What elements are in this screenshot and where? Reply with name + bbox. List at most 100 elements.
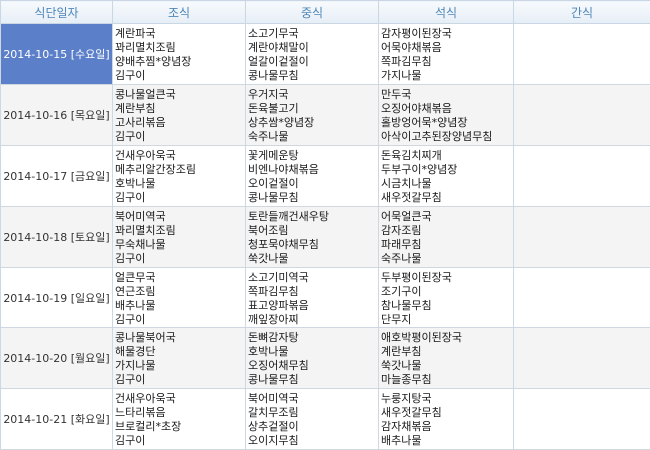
menu-item: 청포묵야채무침 xyxy=(248,238,319,251)
menu-item: 숙주나물 xyxy=(248,130,289,143)
meal-schedule-table: 식단일자 조식 중식 석식 간식 2014-10-15 [수요일] 계란파국 꽈리멸… xyxy=(0,0,650,450)
menu-item: 오징어야채볶음 xyxy=(381,102,452,115)
menu-item: 김구이 xyxy=(115,373,146,386)
lunch-cell: 북어미역국 갈치무조림 상추겉절이 오이지무침 xyxy=(245,388,379,450)
menu-item: 김구이 xyxy=(115,69,146,82)
table-row[interactable]: 2014-10-18 [토요일] 북어미역국 꽈리멸치조림 무숙채나물 김구이 토란들깨건… xyxy=(0,206,650,268)
menu-item: 꽈리멸치조림 xyxy=(115,224,176,237)
menu-item: 만두국 xyxy=(381,88,412,101)
menu-item: 시금치나물 xyxy=(381,177,432,190)
menu-item: 호박나물 xyxy=(115,177,156,190)
snack-cell xyxy=(513,327,650,389)
table-row[interactable]: 2014-10-16 [목요일] 콩나물얼큰국 계란부침 고사리볶음 김구이 우거지국 돈육… xyxy=(0,84,650,146)
dinner-menu-list: 누룽지탕국 새우젓갈무침 감자채볶음 배추나물 xyxy=(379,389,513,448)
lunch-menu-list: 소고기미역국 쪽파김무침 표고양파볶음 깨잎장아찌 xyxy=(246,268,378,327)
menu-item: 김구이 xyxy=(115,313,146,326)
lunch-menu-list: 돈뼈감자탕 호박나물 오징어채무침 콩나물무침 xyxy=(246,328,378,387)
breakfast-menu-list: 계란파국 꽈리멸치조림 양배추찜*양념장 김구이 xyxy=(113,24,245,83)
menu-item: 조기구이 xyxy=(381,285,422,298)
menu-item: 브로컬리*초장 xyxy=(115,420,182,433)
menu-item: 쪽파김무침 xyxy=(381,55,432,68)
menu-item: 콩나물북어국 xyxy=(115,331,176,344)
menu-item: 북어미역국 xyxy=(248,392,299,405)
dinner-cell: 두부평이된장국 조기구이 참나물무침 단무지 xyxy=(378,267,514,328)
date-cell[interactable]: 2014-10-21 [화요일] xyxy=(0,388,113,450)
table-row[interactable]: 2014-10-19 [일요일] 얼큰무국 연근조림 배추나물 김구이 소고기미역국 쪽파김… xyxy=(0,267,650,328)
menu-item: 쪽파김무침 xyxy=(248,285,299,298)
lunch-menu-list: 우거지국 돈육불고기 상추쌈*양념장 숙주나물 xyxy=(246,85,378,144)
menu-item: 계란부침 xyxy=(381,345,422,358)
menu-item: 콩나물무침 xyxy=(248,69,299,82)
date-cell[interactable]: 2014-10-19 [일요일] xyxy=(0,267,113,328)
lunch-cell: 토란들깨건새우탕 북어조림 청포묵야채무침 쑥갓나물 xyxy=(245,206,379,268)
menu-item: 고사리볶음 xyxy=(115,116,166,129)
breakfast-cell: 콩나물얼큰국 계란부침 고사리볶음 김구이 xyxy=(112,84,246,146)
menu-item: 오이지무침 xyxy=(248,434,299,447)
menu-item: 연근조림 xyxy=(115,285,156,298)
snack-menu-list xyxy=(514,328,650,331)
table-row[interactable]: 2014-10-20 [월요일] 콩나물북어국 해물경단 가지나물 김구이 돈뼈감자탕 호박… xyxy=(0,327,650,389)
snack-menu-list xyxy=(514,207,650,210)
date-cell[interactable]: 2014-10-18 [토요일] xyxy=(0,206,113,268)
menu-item: 돈뼈감자탕 xyxy=(248,331,299,344)
snack-cell xyxy=(513,388,650,450)
table-row[interactable]: 2014-10-15 [수요일] 계란파국 꽈리멸치조림 양배추찜*양념장 김구이 소고기… xyxy=(0,23,650,85)
menu-item: 쑥갓나물 xyxy=(248,252,289,265)
column-header-snack[interactable]: 간식 xyxy=(513,0,650,24)
breakfast-menu-list: 콩나물북어국 해물경단 가지나물 김구이 xyxy=(113,328,245,387)
menu-item: 상추쌈*양념장 xyxy=(248,116,315,129)
menu-item: 계란파국 xyxy=(115,27,156,40)
lunch-cell: 우거지국 돈육불고기 상추쌈*양념장 숙주나물 xyxy=(245,84,379,146)
date-cell[interactable]: 2014-10-20 [월요일] xyxy=(0,327,113,389)
menu-item: 김구이 xyxy=(115,191,146,204)
menu-item: 상추겉절이 xyxy=(248,420,299,433)
column-header-date[interactable]: 식단일자 xyxy=(0,0,113,24)
dinner-cell: 감자평이된장국 어묵야채볶음 쪽파김무침 가지나물 xyxy=(378,23,514,85)
column-header-dinner[interactable]: 석식 xyxy=(378,0,514,24)
menu-item: 느타리볶음 xyxy=(115,406,166,419)
dinner-menu-list: 어묵얼큰국 감자조림 파래무침 숙주나물 xyxy=(379,207,513,266)
menu-item: 배추나물 xyxy=(381,434,422,447)
menu-item: 토란들깨건새우탕 xyxy=(248,210,329,223)
menu-item: 두부구이*양념장 xyxy=(381,163,458,176)
menu-item: 새우젓갈무침 xyxy=(381,406,442,419)
breakfast-cell: 얼큰무국 연근조림 배추나물 김구이 xyxy=(112,267,246,328)
menu-item: 표고양파볶음 xyxy=(248,299,309,312)
snack-cell xyxy=(513,206,650,268)
lunch-menu-list: 소고기무국 계란야채말이 얼갈이겉절이 콩나물무침 xyxy=(246,24,378,83)
menu-item: 계란부침 xyxy=(115,102,156,115)
menu-item: 어묵야채볶음 xyxy=(381,41,442,54)
menu-item: 깨잎장아찌 xyxy=(248,313,299,326)
menu-item: 오징어채무침 xyxy=(248,359,309,372)
snack-cell xyxy=(513,84,650,146)
breakfast-cell: 계란파국 꽈리멸치조림 양배추찜*양념장 김구이 xyxy=(112,23,246,85)
menu-item: 아삭이고추된장양념무침 xyxy=(381,130,493,143)
menu-item: 김구이 xyxy=(115,252,146,265)
menu-item: 콩나물무침 xyxy=(248,191,299,204)
table-row[interactable]: 2014-10-21 [화요일] 건새우아욱국 느타리볶음 브로컬리*초장 김구이 북어미… xyxy=(0,388,650,450)
snack-menu-list xyxy=(514,268,650,271)
date-cell[interactable]: 2014-10-16 [목요일] xyxy=(0,84,113,146)
menu-item: 김구이 xyxy=(115,130,146,143)
menu-item: 가지나물 xyxy=(115,359,156,372)
table-row[interactable]: 2014-10-17 [금요일] 건새우아욱국 메추리알간장조림 호박나물 김구이 꽃게메… xyxy=(0,145,650,207)
menu-item: 해물경단 xyxy=(115,345,156,358)
column-header-breakfast[interactable]: 조식 xyxy=(112,0,246,24)
menu-item: 어묵얼큰국 xyxy=(381,210,432,223)
dinner-cell: 어묵얼큰국 감자조림 파래무침 숙주나물 xyxy=(378,206,514,268)
dinner-menu-list: 애호박평이된장국 계란부침 쑥갓나물 마늘종무침 xyxy=(379,328,513,387)
menu-item: 메추리알간장조림 xyxy=(115,163,196,176)
date-cell[interactable]: 2014-10-17 [금요일] xyxy=(0,145,113,207)
column-header-lunch[interactable]: 중식 xyxy=(245,0,379,24)
lunch-cell: 돈뼈감자탕 호박나물 오징어채무침 콩나물무침 xyxy=(245,327,379,389)
menu-item: 배추나물 xyxy=(115,299,156,312)
dinner-cell: 만두국 오징어야채볶음 홀방엉어묵*양념장 아삭이고추된장양념무침 xyxy=(378,84,514,146)
dinner-menu-list: 돈육김치찌개 두부구이*양념장 시금치나물 새우젓갈무침 xyxy=(379,146,513,205)
menu-item: 얼갈이겉절이 xyxy=(248,55,309,68)
date-cell[interactable]: 2014-10-15 [수요일] xyxy=(0,23,113,85)
lunch-cell: 소고기무국 계란야채말이 얼갈이겉절이 콩나물무침 xyxy=(245,23,379,85)
menu-item: 감자조림 xyxy=(381,224,422,237)
menu-item: 갈치무조림 xyxy=(248,406,299,419)
menu-item: 파래무침 xyxy=(381,238,422,251)
menu-item: 비엔나야채볶음 xyxy=(248,163,319,176)
